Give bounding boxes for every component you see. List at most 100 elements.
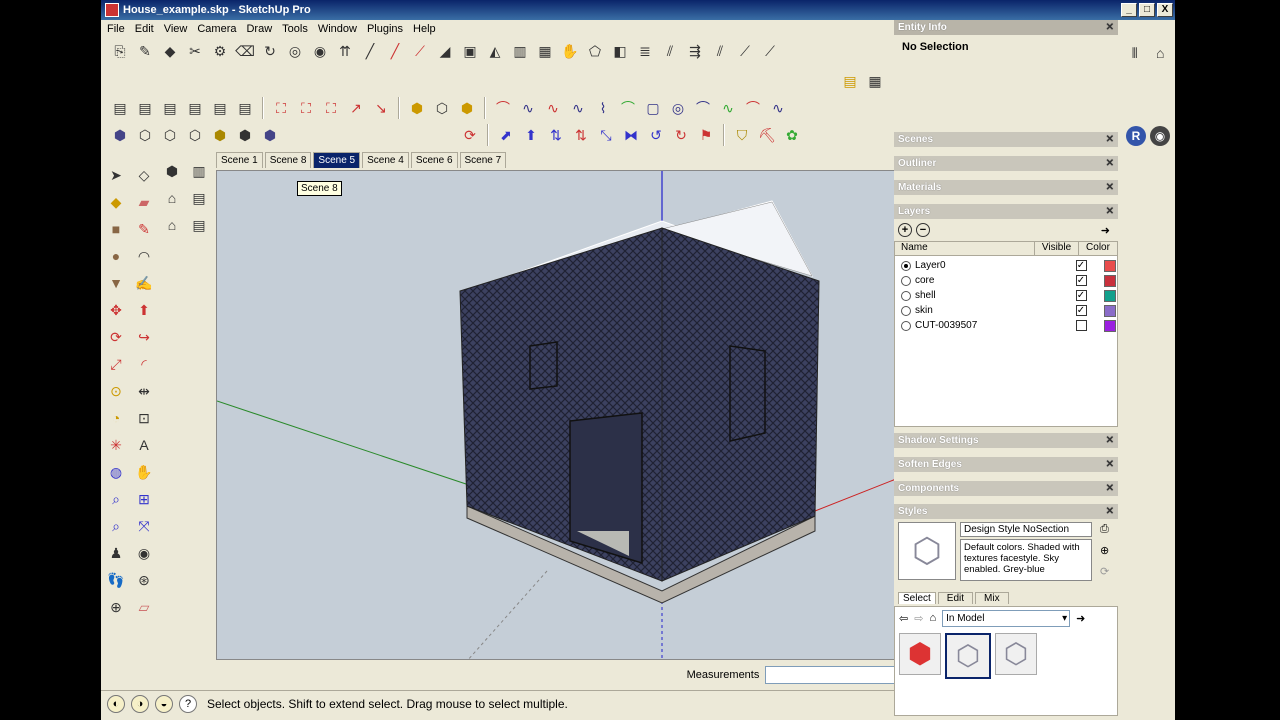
3d-text-icon[interactable]: A	[131, 432, 157, 458]
building-icon[interactable]: ⌂	[1150, 42, 1172, 64]
layer-row[interactable]: CUT-0039507	[895, 318, 1117, 333]
tab-select[interactable]: Select	[898, 592, 936, 604]
curve-7-icon[interactable]: ∿	[717, 97, 739, 119]
sandbox-2-icon[interactable]: ⛶	[295, 97, 317, 119]
close-icon[interactable]: ✕	[1106, 132, 1114, 147]
layer-row[interactable]: Layer0 ✓	[895, 258, 1117, 273]
close-icon[interactable]: ✕	[1106, 504, 1114, 519]
rectangle-icon[interactable]: ■	[103, 216, 129, 242]
warp-icon[interactable]: ⧓	[620, 124, 642, 146]
solid-sub-icon[interactable]: ⬡	[431, 97, 453, 119]
component-icon[interactable]: ▤	[109, 97, 131, 119]
lines-icon[interactable]: ⫽	[659, 40, 681, 62]
scenes-header[interactable]: Scenes ✕	[894, 132, 1118, 147]
previous-view-icon[interactable]: ⌕	[103, 513, 129, 539]
orbit-tool-icon[interactable]: ◍	[103, 459, 129, 485]
drawing-viewport[interactable]	[216, 170, 895, 660]
style-thumb-red[interactable]: ⬢	[899, 633, 941, 675]
flip-2-icon[interactable]: ⇅	[570, 124, 592, 146]
close-button[interactable]: X	[1157, 3, 1173, 17]
layer-color-swatch[interactable]	[1104, 319, 1116, 332]
move-x-icon[interactable]: ⬈	[495, 124, 517, 146]
layer-name[interactable]: Layer0	[915, 260, 1059, 271]
menu-edit[interactable]: Edit	[135, 23, 154, 35]
menu-camera[interactable]: Camera	[197, 23, 236, 35]
refresh-style-icon[interactable]: ⟳	[1100, 565, 1109, 578]
pencil-line-icon[interactable]: ✎	[134, 40, 156, 62]
eraser-icon[interactable]: ▰	[131, 189, 157, 215]
active-layer-radio[interactable]	[901, 290, 911, 301]
sandbox-3-icon[interactable]: ⛶	[320, 97, 342, 119]
line-red-icon[interactable]: ╱	[384, 40, 406, 62]
remove-layer-icon[interactable]: −	[916, 223, 930, 237]
tape-measure-icon[interactable]: ⊙	[103, 378, 129, 404]
refresh-icon[interactable]: ⟳	[459, 124, 481, 146]
layers-header[interactable]: Layers ✕	[894, 204, 1118, 219]
maximize-button[interactable]: □	[1139, 3, 1155, 17]
menu-plugins[interactable]: Plugins	[367, 23, 403, 35]
tab-scene-5[interactable]: Scene 5	[313, 152, 361, 168]
add-layer-icon[interactable]: +	[898, 223, 912, 237]
create-style-icon[interactable]: ⊕	[1100, 544, 1109, 557]
xray-icon[interactable]: ⬢	[109, 124, 131, 146]
menu-help[interactable]: Help	[413, 23, 436, 35]
menu-view[interactable]: View	[164, 23, 188, 35]
box-icon[interactable]: ▣	[459, 40, 481, 62]
curve-5-icon[interactable]: ⌇	[592, 97, 614, 119]
freehand-icon[interactable]: ✍	[131, 270, 157, 296]
arrows-icon[interactable]: ⇶	[684, 40, 706, 62]
curve-6-icon[interactable]: ⌒	[617, 97, 639, 119]
textured-icon[interactable]: ⬢	[209, 124, 231, 146]
face-icon[interactable]: ⬠	[584, 40, 606, 62]
curve-2-icon[interactable]: ∿	[517, 97, 539, 119]
layer-details-icon[interactable]: ➜	[1101, 224, 1110, 237]
gear-icon[interactable]: ⚙	[209, 40, 231, 62]
scale-icon[interactable]: ⤡	[595, 124, 617, 146]
style-description-field[interactable]: Default colors. Shaded with textures fac…	[960, 539, 1092, 581]
curve-8-icon[interactable]: ⌒	[742, 97, 764, 119]
back-view-icon[interactable]: ⌂	[161, 214, 183, 236]
left-view-icon[interactable]: ▤	[188, 214, 210, 236]
home-icon[interactable]: ⌂	[929, 612, 936, 624]
dig-icon[interactable]: ⛏	[756, 124, 778, 146]
close-icon[interactable]: ✕	[1106, 457, 1114, 472]
shield-icon[interactable]: ⛉	[731, 124, 753, 146]
active-layer-radio[interactable]	[901, 275, 911, 286]
tab-scene-7[interactable]: Scene 7	[459, 152, 507, 168]
select-arrow-icon[interactable]: ➤	[103, 162, 129, 188]
curve-4-icon[interactable]: ∿	[567, 97, 589, 119]
col-visible[interactable]: Visible	[1035, 242, 1079, 255]
layer-row[interactable]: shell ✓	[895, 288, 1117, 303]
geolocation-status-icon[interactable]: ◐	[107, 694, 125, 713]
col-color[interactable]: Color	[1079, 242, 1117, 255]
close-icon[interactable]: ✕	[1106, 20, 1114, 35]
polygon-icon[interactable]: ▼	[103, 270, 129, 296]
layer-visible-checkbox[interactable]: ✓	[1075, 260, 1087, 271]
shape-icon[interactable]: ◢	[434, 40, 456, 62]
close-icon[interactable]: ✕	[1106, 204, 1114, 219]
tab-scene-1[interactable]: Scene 1	[216, 152, 263, 168]
outliner-header[interactable]: Outliner ✕	[894, 156, 1118, 171]
geo-location-icon[interactable]: ⊕	[103, 594, 129, 620]
wireframe-icon[interactable]: ⬡	[134, 124, 156, 146]
menu-file[interactable]: File	[107, 23, 125, 35]
hand-icon[interactable]: ✋	[559, 40, 581, 62]
close-icon[interactable]: ✕	[1106, 481, 1114, 496]
eye-icon[interactable]: ◉	[309, 40, 331, 62]
scale-tool-icon[interactable]: ⤢	[103, 351, 129, 377]
make-component-icon[interactable]: ◇	[131, 162, 157, 188]
menu-draw[interactable]: Draw	[246, 23, 272, 35]
hidden-line-icon[interactable]: ⬡	[159, 124, 181, 146]
layer-visible-checkbox[interactable]	[1075, 320, 1087, 331]
flip-icon[interactable]: ⇅	[545, 124, 567, 146]
layer-visible-checkbox[interactable]: ✓	[1075, 275, 1087, 286]
tab-scene-6[interactable]: Scene 6	[410, 152, 458, 168]
style-thumb-grey[interactable]: ⬡	[995, 633, 1037, 675]
unlock-icon[interactable]: ▤	[209, 97, 231, 119]
slant-icon[interactable]: ⟋	[759, 40, 781, 62]
flag-icon[interactable]: ⚑	[695, 124, 717, 146]
follow-me-icon[interactable]: ↪	[131, 324, 157, 350]
push-pull-icon[interactable]: ⬆	[131, 297, 157, 323]
monochrome-icon[interactable]: ⬢	[234, 124, 256, 146]
pan-icon[interactable]: ✋	[131, 459, 157, 485]
